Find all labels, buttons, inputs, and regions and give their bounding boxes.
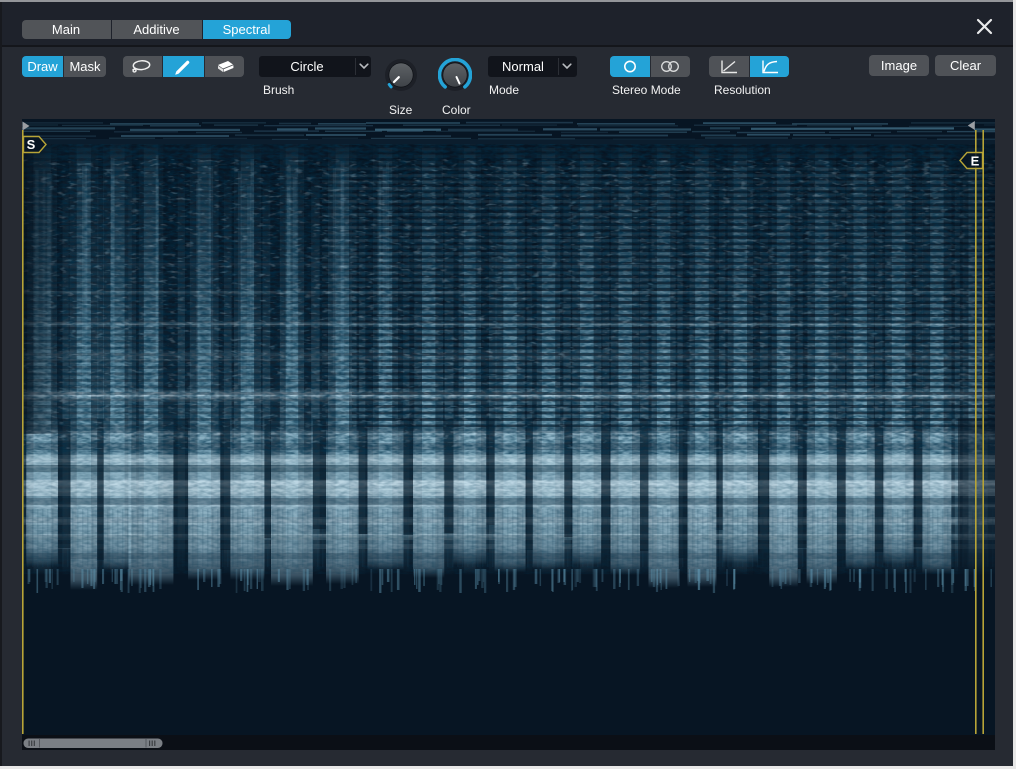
svg-text:S: S [27, 137, 36, 152]
svg-text:E: E [971, 154, 980, 169]
